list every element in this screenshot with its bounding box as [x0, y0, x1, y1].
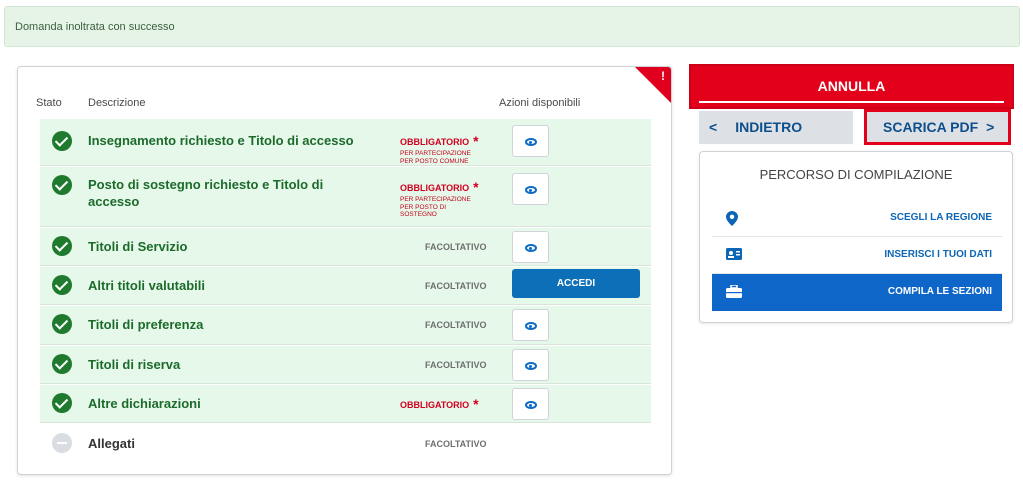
indietro-button[interactable]: < INDIETRO	[699, 111, 853, 144]
requirement-label: FACOLTATIVO	[425, 439, 487, 449]
exclamation-icon: !	[661, 69, 665, 83]
header-descrizione: Descrizione	[88, 97, 146, 109]
check-icon	[52, 275, 72, 295]
eye-icon	[525, 362, 537, 370]
view-button[interactable]	[512, 388, 549, 420]
table-row: Titoli di preferenza FACOLTATIVO	[40, 306, 651, 345]
view-button[interactable]	[512, 349, 549, 381]
row-label: Allegati	[88, 436, 135, 451]
step-label: COMPILA LE SEZIONI	[887, 286, 992, 297]
success-alert: Domanda inoltrata con successo	[4, 6, 1020, 47]
eye-icon	[525, 322, 537, 330]
table-row: Insegnamento richiesto e Titolo di acces…	[40, 119, 651, 166]
step-label: INSERISCI I TUOI DATI	[884, 249, 992, 260]
scarica-pdf-button[interactable]: SCARICA PDF >	[864, 109, 1011, 145]
step-compila-sezioni[interactable]: COMPILA LE SEZIONI	[712, 274, 1002, 311]
view-button[interactable]	[512, 173, 549, 205]
id-card-icon	[726, 248, 742, 260]
eye-icon	[525, 244, 537, 252]
step-scegli-regione[interactable]: SCEGLI LA REGIONE	[712, 200, 1002, 237]
chevron-right-icon: >	[986, 119, 995, 135]
view-button[interactable]	[512, 125, 549, 157]
table-row: Allegati FACOLTATIVO	[40, 424, 651, 464]
success-alert-text: Domanda inoltrata con successo	[15, 21, 175, 33]
requirement-note: PER PARTECIPAZIONE PER POSTO DI SOSTEGNO	[400, 196, 471, 218]
view-button[interactable]	[512, 309, 549, 341]
requirement-label: OBBLIGATORIO	[400, 400, 470, 410]
requirement-label: OBBLIGATORIO	[400, 137, 470, 147]
table-header: Stato Descrizione Azioni disponibili	[18, 95, 671, 117]
requirement-label: FACOLTATIVO	[425, 360, 487, 370]
check-icon	[52, 175, 72, 195]
required-star-icon: *	[473, 132, 479, 149]
accedi-button[interactable]: ACCEDI	[512, 269, 640, 298]
sections-card: ! Stato Descrizione Azioni disponibili I…	[17, 66, 672, 475]
check-icon	[52, 314, 72, 334]
annulla-button[interactable]: ANNULLA	[689, 64, 1014, 109]
check-icon	[52, 354, 72, 374]
required-star-icon: *	[473, 178, 479, 195]
table-row: Altri titoli valutabili FACOLTATIVO ACCE…	[40, 267, 651, 305]
requirement-label: FACOLTATIVO	[425, 281, 487, 291]
check-icon	[52, 131, 72, 151]
row-label: Titoli di riserva	[88, 357, 181, 372]
annulla-underline	[699, 101, 1004, 103]
percorso-panel: PERCORSO DI COMPILAZIONE SCEGLI LA REGIO…	[699, 151, 1013, 323]
row-label: Titoli di preferenza	[88, 317, 204, 332]
annulla-label: ANNULLA	[817, 78, 886, 94]
requirement-label: FACOLTATIVO	[425, 242, 487, 252]
eye-icon	[525, 138, 537, 146]
indietro-label: INDIETRO	[735, 119, 803, 135]
requirement-note: PER PARTECIPAZIONE PER POSTO COMUNE	[400, 150, 471, 165]
row-label: Altre dichiarazioni	[88, 396, 201, 411]
header-azioni: Azioni disponibili	[499, 97, 581, 109]
row-label: Posto di sostegno richiesto e Titolo di …	[88, 177, 324, 209]
check-icon	[52, 393, 72, 413]
row-label: Altri titoli valutabili	[88, 278, 206, 293]
requirement: OBBLIGATORIO *	[400, 395, 490, 413]
table-row: Titoli di riserva FACOLTATIVO	[40, 346, 651, 384]
eye-icon	[525, 401, 537, 409]
requirement: OBBLIGATORIO * PER PARTECIPAZIONE PER POS…	[400, 132, 490, 165]
requirement-label: OBBLIGATORIO	[400, 183, 470, 193]
step-label: SCEGLI LA REGIONE	[890, 212, 992, 223]
requirement-label: FACOLTATIVO	[425, 320, 487, 330]
table-row: Altre dichiarazioni OBBLIGATORIO *	[40, 385, 651, 423]
table-row: Titoli di Servizio FACOLTATIVO	[40, 228, 651, 266]
eye-icon	[525, 186, 537, 194]
required-star-icon: *	[473, 395, 479, 412]
step-inserisci-dati[interactable]: INSERISCI I TUOI DATI	[712, 237, 1002, 274]
check-icon	[52, 236, 72, 256]
map-pin-icon	[726, 211, 738, 226]
minus-circle-icon	[52, 433, 72, 453]
scarica-label: SCARICA PDF	[883, 119, 979, 135]
briefcase-icon	[726, 285, 742, 298]
row-label: Titoli di Servizio	[88, 239, 188, 254]
row-label: Insegnamento richiesto e Titolo di acces…	[88, 133, 354, 148]
view-button[interactable]	[512, 231, 549, 263]
header-stato: Stato	[36, 97, 62, 109]
requirement: OBBLIGATORIO * PER PARTECIPAZIONE PER POS…	[400, 178, 490, 219]
chevron-left-icon: <	[709, 119, 718, 135]
table-row: Posto di sostegno richiesto e Titolo di …	[40, 167, 651, 227]
percorso-title: PERCORSO DI COMPILAZIONE	[759, 167, 953, 182]
